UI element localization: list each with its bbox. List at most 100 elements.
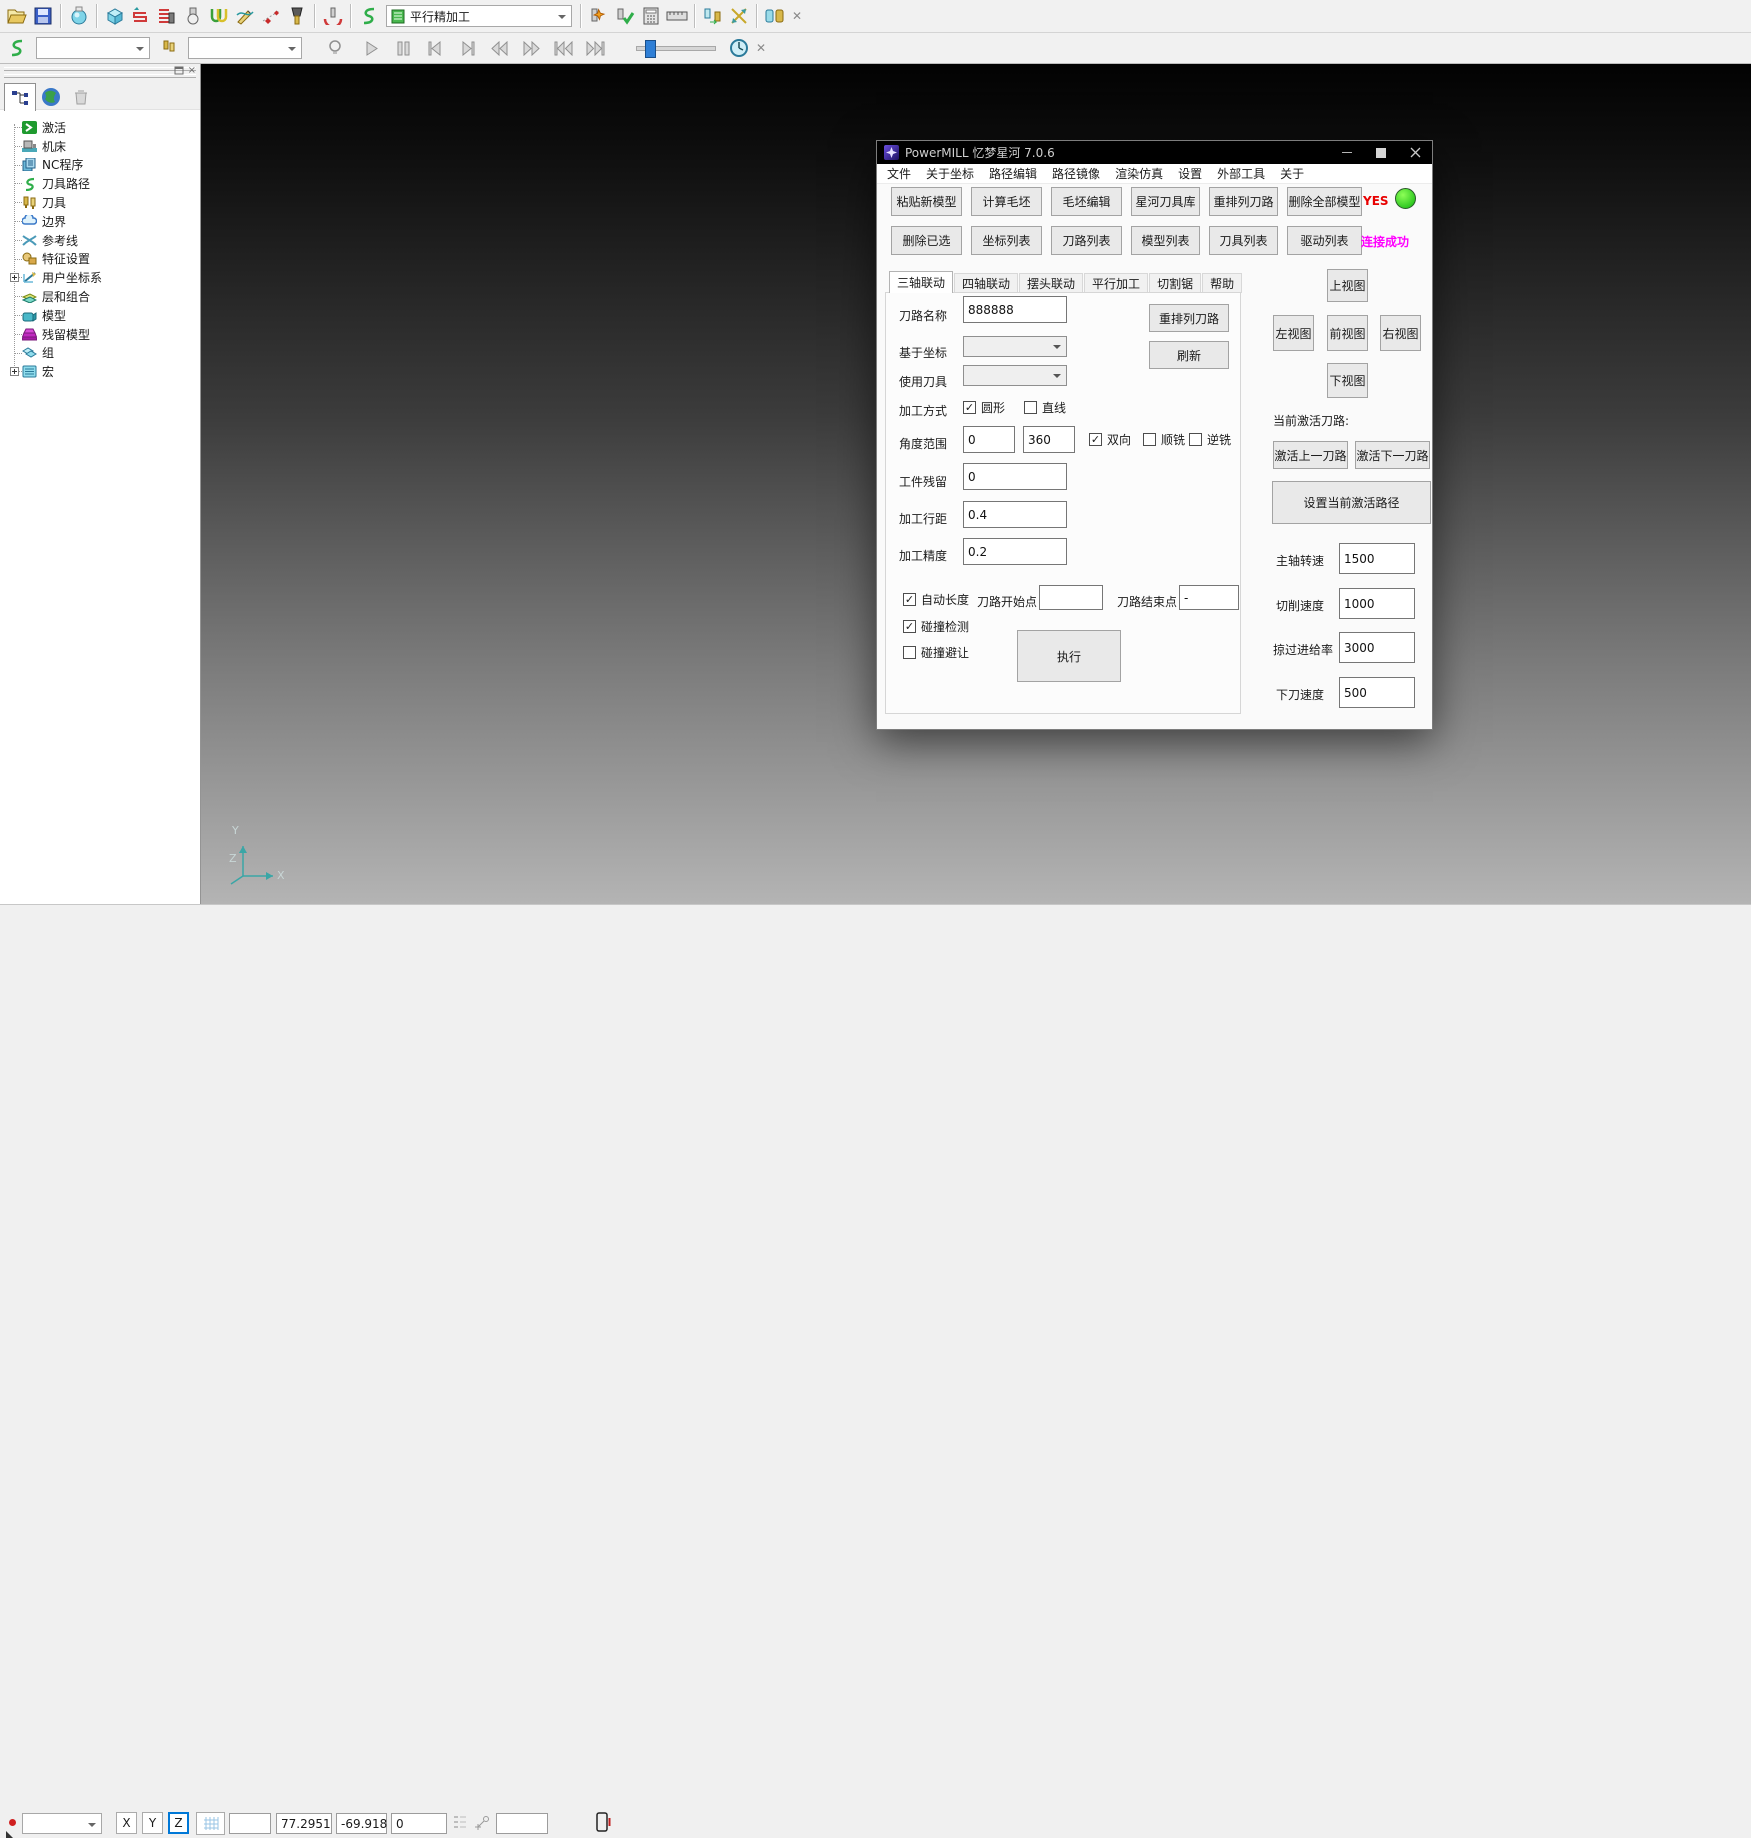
tab-saw[interactable]: 切割锯 (1149, 273, 1201, 293)
panel-grip[interactable]: × (0, 64, 200, 80)
x-axis-button[interactable]: X (116, 1812, 137, 1834)
tree-item-workplane[interactable]: 用户坐标系 (0, 268, 200, 287)
angle-from-input[interactable] (963, 426, 1015, 453)
view-bottom-button[interactable]: 下视图 (1327, 363, 1368, 398)
stepover-input[interactable] (963, 501, 1067, 528)
toolpath-list-button[interactable]: 刀路列表 (1051, 226, 1122, 255)
delete-selected-button[interactable]: 删除已选 (891, 226, 962, 255)
tree-item-nc-program[interactable]: NC程序 (0, 156, 200, 175)
end-point-input[interactable] (1179, 585, 1239, 610)
menu-path-mirror[interactable]: 路径镜像 (1052, 165, 1100, 182)
rearrange-toolpath-button[interactable]: 重排列刀路 (1209, 187, 1278, 216)
expand-icon[interactable] (10, 367, 19, 376)
pattern-pencil-icon[interactable] (232, 3, 258, 29)
tool-duo-icon[interactable] (762, 3, 788, 29)
tab-3axis[interactable]: 三轴联动 (889, 271, 953, 293)
collision-check-checkbox[interactable]: 碰撞检测 (903, 618, 969, 635)
speed-slider-handle[interactable] (645, 40, 656, 58)
step-back-icon[interactable] (422, 35, 448, 61)
tree-item-model[interactable]: 模型 (0, 306, 200, 325)
tab-explorer-trash[interactable] (66, 83, 96, 110)
point-distribution-icon[interactable] (258, 3, 284, 29)
ruler-icon[interactable] (664, 3, 690, 29)
colour-swatch[interactable] (9, 1819, 16, 1826)
close-button[interactable] (1398, 141, 1432, 164)
menu-settings[interactable]: 设置 (1178, 165, 1202, 182)
tree-item-feature-set[interactable]: 特征设置 (0, 250, 200, 269)
play-icon[interactable] (358, 35, 384, 61)
menu-file[interactable]: 文件 (887, 165, 911, 182)
line-checkbox[interactable]: 直线 (1024, 399, 1066, 416)
tool-fire-icon[interactable] (586, 3, 612, 29)
grid-button[interactable] (196, 1812, 225, 1835)
toolpath-strategy-select[interactable]: 平行精加工 (386, 5, 572, 27)
view-right-button[interactable]: 右视图 (1380, 315, 1421, 351)
sim-tool-select[interactable] (188, 37, 302, 59)
collision-check-icon[interactable] (206, 3, 232, 29)
panel-float-icon[interactable] (174, 66, 184, 75)
block-edit-button[interactable]: 毛坯编辑 (1051, 187, 1122, 216)
climb-checkbox[interactable]: 顺铣 (1143, 431, 1185, 448)
tab-explorer-tree[interactable] (4, 83, 36, 111)
bidirectional-checkbox[interactable]: 双向 (1089, 431, 1131, 448)
tree-item-machine[interactable]: 机床 (0, 137, 200, 156)
panel-close-icon[interactable]: × (188, 66, 196, 75)
cross-arrows-icon[interactable] (726, 3, 752, 29)
sphere-calculator-icon[interactable] (66, 3, 92, 29)
start-point-input[interactable] (1039, 585, 1103, 610)
nc-list-icon[interactable] (154, 3, 180, 29)
stock-input[interactable] (963, 463, 1067, 490)
view-left-button[interactable]: 左视图 (1273, 315, 1314, 351)
drive-list-button[interactable]: 驱动列表 (1287, 226, 1362, 255)
delete-all-models-button[interactable]: 删除全部模型 (1287, 187, 1362, 216)
tool-list-button[interactable]: 刀具列表 (1209, 226, 1278, 255)
tool-pair-icon[interactable] (700, 3, 726, 29)
bulb-icon[interactable] (322, 35, 348, 61)
toolpath-pattern-icon[interactable] (128, 3, 154, 29)
tab-explorer-world[interactable] (36, 83, 66, 110)
sim-toolpath-select[interactable] (36, 37, 150, 59)
coord-select[interactable] (963, 336, 1067, 357)
tolerance-input[interactable] (963, 538, 1067, 565)
toolbar-close-icon[interactable]: ✕ (752, 41, 770, 55)
toolpath-spiral-icon[interactable] (4, 35, 30, 61)
tree-item-macro[interactable]: 宏 (0, 362, 200, 381)
block-model-icon[interactable] (102, 3, 128, 29)
tree-item-levels[interactable]: 层和组合 (0, 287, 200, 306)
coord-list-button[interactable]: 坐标列表 (971, 226, 1042, 255)
tool-select-icon[interactable] (156, 35, 182, 61)
ball-tool-icon[interactable] (180, 3, 206, 29)
circular-checkbox[interactable]: 圆形 (963, 399, 1005, 416)
tab-help[interactable]: 帮助 (1202, 273, 1242, 293)
speed-slider[interactable] (636, 46, 716, 51)
menu-external-tools[interactable]: 外部工具 (1217, 165, 1265, 182)
minimize-button[interactable] (1330, 141, 1364, 164)
refresh-button[interactable]: 刷新 (1149, 341, 1229, 369)
fast-forward-icon[interactable] (518, 35, 544, 61)
tab-4axis[interactable]: 四轴联动 (954, 273, 1018, 293)
model-list-button[interactable]: 模型列表 (1131, 226, 1200, 255)
dialog-titlebar[interactable]: PowerMILL 忆梦星河 7.0.6 (877, 141, 1432, 164)
probe-icon[interactable] (474, 1814, 492, 1832)
step-forward-icon[interactable] (454, 35, 480, 61)
pause-icon[interactable] (390, 35, 416, 61)
activate-prev-button[interactable]: 激活上一刀路 (1273, 441, 1348, 469)
tree-item-tool[interactable]: 刀具 (0, 193, 200, 212)
tool-library-button[interactable]: 星河刀具库 (1131, 187, 1200, 216)
menu-render-sim[interactable]: 渲染仿真 (1115, 165, 1163, 182)
maximize-button[interactable] (1364, 141, 1398, 164)
activate-next-button[interactable]: 激活下一刀路 (1355, 441, 1430, 469)
menu-path-edit[interactable]: 路径编辑 (989, 165, 1037, 182)
go-start-icon[interactable] (550, 35, 576, 61)
tool-arc-icon[interactable] (320, 3, 346, 29)
cutting-speed-input[interactable] (1339, 588, 1415, 619)
view-front-button[interactable]: 前视图 (1327, 315, 1368, 351)
toolpath-name-input[interactable] (963, 296, 1067, 323)
collision-avoid-checkbox[interactable]: 碰撞避让 (903, 644, 969, 661)
y-axis-button[interactable]: Y (142, 1812, 163, 1834)
calculator-icon[interactable] (638, 3, 664, 29)
set-active-path-button[interactable]: 设置当前激活路径 (1272, 481, 1431, 524)
tree-item-pattern[interactable]: 参考线 (0, 231, 200, 250)
view-top-button[interactable]: 上视图 (1327, 269, 1368, 302)
skim-feed-input[interactable] (1339, 632, 1415, 663)
